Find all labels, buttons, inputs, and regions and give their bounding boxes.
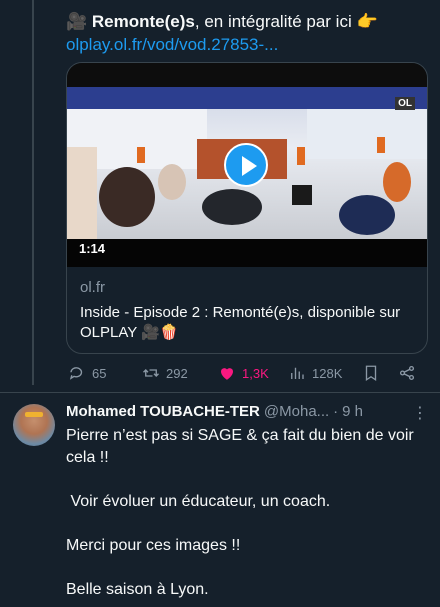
reply-icon	[69, 367, 83, 380]
tweet-title-bold: Remonte(e)s	[91, 12, 195, 31]
retweet-icon	[143, 369, 159, 377]
video-controls-bar	[67, 239, 427, 267]
card-title: Inside - Episode 2 : Remonté(e)s, dispon…	[80, 304, 401, 341]
reply-line: Merci pour ces images !!	[66, 537, 241, 554]
reply-separator: ·	[333, 403, 339, 420]
like-button[interactable]: 1,3K	[218, 364, 269, 382]
more-options-icon[interactable]: ⋮	[412, 403, 428, 423]
link-card[interactable]: OL 1:14 ol.fr Inside - Episode 2 : Remon…	[66, 62, 428, 354]
ol-watermark: OL	[395, 97, 415, 110]
retweet-count: 292	[166, 365, 188, 381]
like-count: 1,3K	[242, 365, 269, 381]
views-icon	[291, 367, 304, 379]
reply-line: Belle saison à Lyon.	[66, 581, 209, 598]
bookmark-button[interactable]	[362, 364, 380, 382]
play-button[interactable]	[224, 143, 268, 187]
reply-header: Mohamed TOUBACHE-TER @Moha... · 9 h ⋮	[66, 403, 428, 423]
reply-button[interactable]: 65	[68, 364, 106, 382]
tweet-title-rest: , en intégralité par ici	[194, 12, 352, 31]
reply-author-handle[interactable]: @Moha...	[264, 403, 329, 420]
reply-line: Voir évoluer un éducateur, un coach.	[66, 493, 331, 510]
video-player[interactable]: OL 1:14	[67, 63, 427, 267]
tweet-link[interactable]: olplay.ol.fr/vod/vod.27853-...	[66, 35, 278, 54]
avatar[interactable]	[13, 404, 55, 446]
heart-icon	[221, 368, 233, 380]
reply-text: Pierre n’est pas si SAGE & ça fait du bi…	[66, 425, 426, 601]
tweet-divider	[0, 392, 440, 393]
action-bar: 65 292 1,3K 128K	[66, 362, 426, 386]
thread-line	[32, 0, 34, 385]
bookmark-icon	[365, 365, 377, 382]
views-count: 128K	[312, 365, 343, 381]
share-button[interactable]	[398, 364, 416, 382]
reply-time[interactable]: 9 h	[342, 403, 363, 420]
video-duration: 1:14	[79, 241, 106, 256]
camera-emoji: 🎥	[66, 12, 88, 31]
retweet-button[interactable]: 292	[142, 364, 188, 382]
card-domain: ol.fr	[80, 279, 106, 296]
reply-count: 65	[92, 365, 107, 381]
reply-author-name[interactable]: Mohamed TOUBACHE-TER	[66, 403, 260, 420]
views-button[interactable]: 128K	[288, 364, 342, 382]
reply-line: Pierre n’est pas si SAGE & ça fait du bi…	[66, 427, 414, 466]
pointing-emoji: 👉	[356, 12, 378, 31]
tweet-text: 🎥 Remonte(e)s, en intégralité par ici 👉 …	[66, 10, 378, 56]
share-icon	[399, 365, 415, 381]
